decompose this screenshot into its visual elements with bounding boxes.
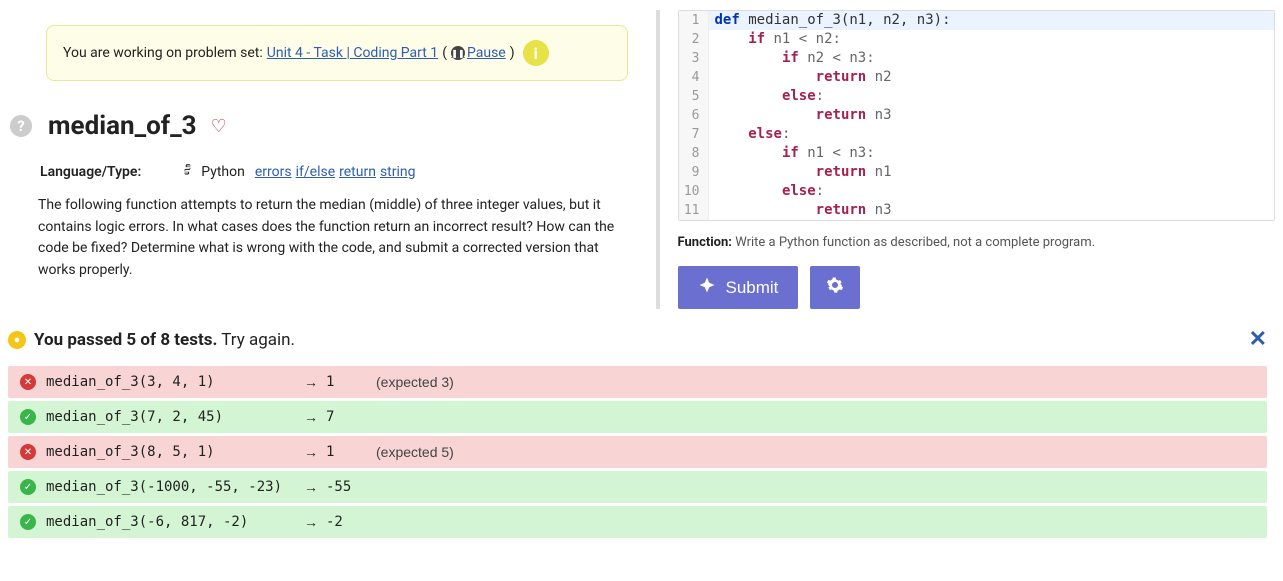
- settings-button[interactable]: [810, 266, 860, 309]
- tag-link[interactable]: string: [380, 164, 416, 180]
- test-result: 1: [326, 374, 376, 390]
- arrow-icon: →: [296, 444, 326, 460]
- test-result: -55: [326, 479, 376, 495]
- line-number: 5: [679, 87, 709, 106]
- arrow-icon: →: [296, 479, 326, 495]
- test-expected: (expected 3): [376, 374, 454, 390]
- code-content[interactable]: def median_of_3(n1, n2, n3):: [709, 11, 1275, 30]
- favorite-icon[interactable]: ♡: [211, 116, 227, 137]
- gear-icon: [826, 276, 844, 299]
- results-summary: You passed 5 of 8 tests. Try again.: [34, 330, 295, 350]
- line-number: 10: [679, 182, 709, 201]
- test-results: ● You passed 5 of 8 tests. Try again. ✕ …: [0, 319, 1283, 549]
- code-line: 10 else:: [679, 182, 1275, 201]
- submit-button[interactable]: Submit: [678, 266, 799, 309]
- test-call: median_of_3(8, 5, 1): [46, 444, 296, 460]
- check-icon: ✓: [20, 409, 36, 425]
- test-row: ✓ median_of_3(-1000, -55, -23)→-55: [8, 471, 1267, 503]
- close-icon[interactable]: ✕: [1249, 327, 1267, 352]
- code-content[interactable]: return n2: [709, 68, 1275, 87]
- problem-description: The following function attempts to retur…: [38, 195, 636, 282]
- x-icon: ✕: [20, 374, 36, 390]
- rocket-icon: [698, 276, 716, 299]
- problem-set-link[interactable]: Unit 4 - Task | Coding Part 1: [267, 45, 438, 61]
- pause-icon: ❚❚: [451, 46, 465, 60]
- tag-link[interactable]: return: [339, 164, 376, 180]
- arrow-icon: →: [296, 409, 326, 425]
- test-call: median_of_3(7, 2, 45): [46, 409, 296, 425]
- line-number: 11: [679, 201, 709, 220]
- arrow-icon: →: [296, 514, 326, 530]
- notice-prefix: You are working on problem set:: [63, 45, 263, 61]
- check-icon: ✓: [20, 514, 36, 530]
- line-number: 6: [679, 106, 709, 125]
- code-content[interactable]: return n3: [709, 201, 1275, 220]
- code-content[interactable]: return n3: [709, 106, 1275, 125]
- code-content[interactable]: if n1 < n2:: [709, 30, 1275, 49]
- line-number: 1: [679, 11, 709, 30]
- line-number: 8: [679, 144, 709, 163]
- lang-type-label: Language/Type:: [40, 164, 141, 180]
- code-content[interactable]: if n1 < n3:: [709, 144, 1275, 163]
- test-call: median_of_3(-1000, -55, -23): [46, 479, 296, 495]
- test-row: ✕ median_of_3(8, 5, 1)→1(expected 5): [8, 436, 1267, 468]
- lang-type-value: Python errorsif/elsereturnstring: [181, 163, 415, 181]
- code-line: 1def median_of_3(n1, n2, n3):: [679, 11, 1275, 30]
- test-expected: (expected 5): [376, 444, 454, 460]
- help-icon[interactable]: ?: [10, 115, 32, 137]
- code-content[interactable]: else:: [709, 125, 1275, 144]
- code-line: 8 if n1 < n3:: [679, 144, 1275, 163]
- test-result: 1: [326, 444, 376, 460]
- line-number: 3: [679, 49, 709, 68]
- info-icon[interactable]: i: [523, 40, 549, 66]
- test-row: ✓ median_of_3(-6, 817, -2)→-2: [8, 506, 1267, 538]
- problem-set-notice: You are working on problem set: Unit 4 -…: [46, 25, 628, 81]
- code-line: 3 if n2 < n3:: [679, 49, 1275, 68]
- check-icon: ✓: [20, 479, 36, 495]
- test-result: 7: [326, 409, 376, 425]
- test-row: ✕ median_of_3(3, 4, 1)→1(expected 3): [8, 366, 1267, 398]
- code-line: 4 return n2: [679, 68, 1275, 87]
- code-content[interactable]: else:: [709, 87, 1275, 106]
- line-number: 4: [679, 68, 709, 87]
- status-partial-icon: ●: [8, 331, 26, 349]
- test-call: median_of_3(3, 4, 1): [46, 374, 296, 390]
- code-line: 6 return n3: [679, 106, 1275, 125]
- line-number: 7: [679, 125, 709, 144]
- code-line: 9 return n1: [679, 163, 1275, 182]
- arrow-icon: →: [296, 374, 326, 390]
- code-editor[interactable]: 1def median_of_3(n1, n2, n3):2 if n1 < n…: [678, 10, 1276, 221]
- line-number: 9: [679, 163, 709, 182]
- code-content[interactable]: if n2 < n3:: [709, 49, 1275, 68]
- tag-link[interactable]: if/else: [296, 164, 336, 180]
- function-hint: Function: Write a Python function as des…: [678, 235, 1276, 250]
- problem-title: median_of_3: [48, 111, 197, 141]
- test-call: median_of_3(-6, 817, -2): [46, 514, 296, 530]
- code-line: 5 else:: [679, 87, 1275, 106]
- code-line: 11 return n3: [679, 201, 1275, 220]
- tag-link[interactable]: errors: [255, 164, 292, 180]
- test-result: -2: [326, 514, 376, 530]
- line-number: 2: [679, 30, 709, 49]
- code-content[interactable]: else:: [709, 182, 1275, 201]
- python-icon: [181, 163, 195, 181]
- pause-link[interactable]: ❚❚ Pause: [451, 45, 506, 61]
- test-row: ✓ median_of_3(7, 2, 45)→7: [8, 401, 1267, 433]
- code-line: 7 else:: [679, 125, 1275, 144]
- code-content[interactable]: return n1: [709, 163, 1275, 182]
- code-line: 2 if n1 < n2:: [679, 30, 1275, 49]
- x-icon: ✕: [20, 444, 36, 460]
